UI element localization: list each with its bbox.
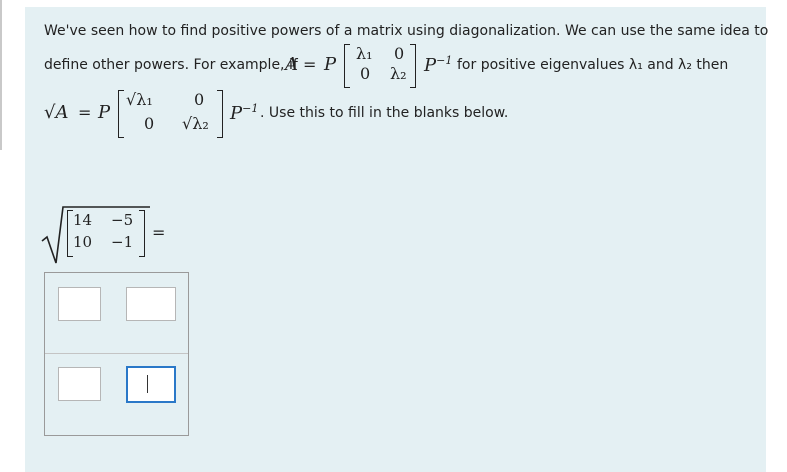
intro-line-3-suffix: . Use this to fill in the blanks below. bbox=[260, 105, 509, 121]
matrix2-cell-sqrt-l1: √λ₁ bbox=[126, 90, 153, 109]
intro-line-2-suffix: for positive eigenvalues λ₁ and λ₂ then bbox=[457, 57, 729, 73]
pinv-base: P bbox=[424, 55, 437, 76]
matrix2-bracket-right bbox=[217, 90, 223, 138]
question-bracket-right bbox=[139, 210, 145, 257]
matrix2-cell-zero-top: 0 bbox=[194, 90, 205, 109]
question-cell-r2c2: −1 bbox=[111, 233, 134, 251]
intro-line-1: We've seen how to find positive powers o… bbox=[44, 23, 769, 39]
sqrt-A: √A bbox=[44, 102, 69, 123]
matrix2-cell-zero-bottom: 0 bbox=[144, 114, 155, 133]
answer-input-r1c1[interactable] bbox=[58, 287, 101, 321]
sqrt-radical-icon bbox=[41, 206, 150, 264]
question-cell-r2c1: 10 bbox=[73, 233, 93, 251]
text-caret bbox=[147, 375, 148, 393]
symbol-P: P bbox=[324, 54, 337, 75]
answer-input-r1c2[interactable] bbox=[126, 287, 176, 321]
matrix-cell-l1: λ₁ bbox=[356, 44, 373, 63]
equals-sign-2: = bbox=[78, 103, 92, 122]
matrix2-bracket-left bbox=[118, 90, 124, 138]
answer-input-r2c2[interactable] bbox=[126, 366, 176, 403]
equals-sign: = bbox=[303, 55, 317, 74]
symbol-Pinv-2: P−1 bbox=[230, 102, 258, 124]
question-cell-r1c2: −5 bbox=[111, 211, 134, 229]
matrix-cell-zero-top: 0 bbox=[394, 44, 405, 63]
intro-line-2-prefix: define other powers. For example, if bbox=[44, 57, 298, 73]
symbol-Pinv: P−1 bbox=[424, 54, 452, 76]
answer-input-r2c1[interactable] bbox=[58, 367, 101, 401]
pinv2-base: P bbox=[230, 103, 243, 124]
question-cell-r1c1: 14 bbox=[73, 211, 93, 229]
symbol-A: A bbox=[285, 54, 298, 75]
matrix-bracket-left bbox=[344, 44, 350, 88]
matrix-bracket-right bbox=[410, 44, 416, 88]
left-border bbox=[0, 0, 2, 150]
pinv-exponent: −1 bbox=[436, 54, 453, 67]
matrix-cell-zero-bottom: 0 bbox=[360, 64, 371, 83]
symbol-P-2: P bbox=[98, 102, 111, 123]
pinv2-exponent: −1 bbox=[242, 102, 259, 115]
matrix2-cell-sqrt-l2: √λ₂ bbox=[182, 114, 209, 133]
matrix-cell-l2: λ₂ bbox=[390, 64, 407, 83]
question-equals: = bbox=[152, 223, 166, 242]
